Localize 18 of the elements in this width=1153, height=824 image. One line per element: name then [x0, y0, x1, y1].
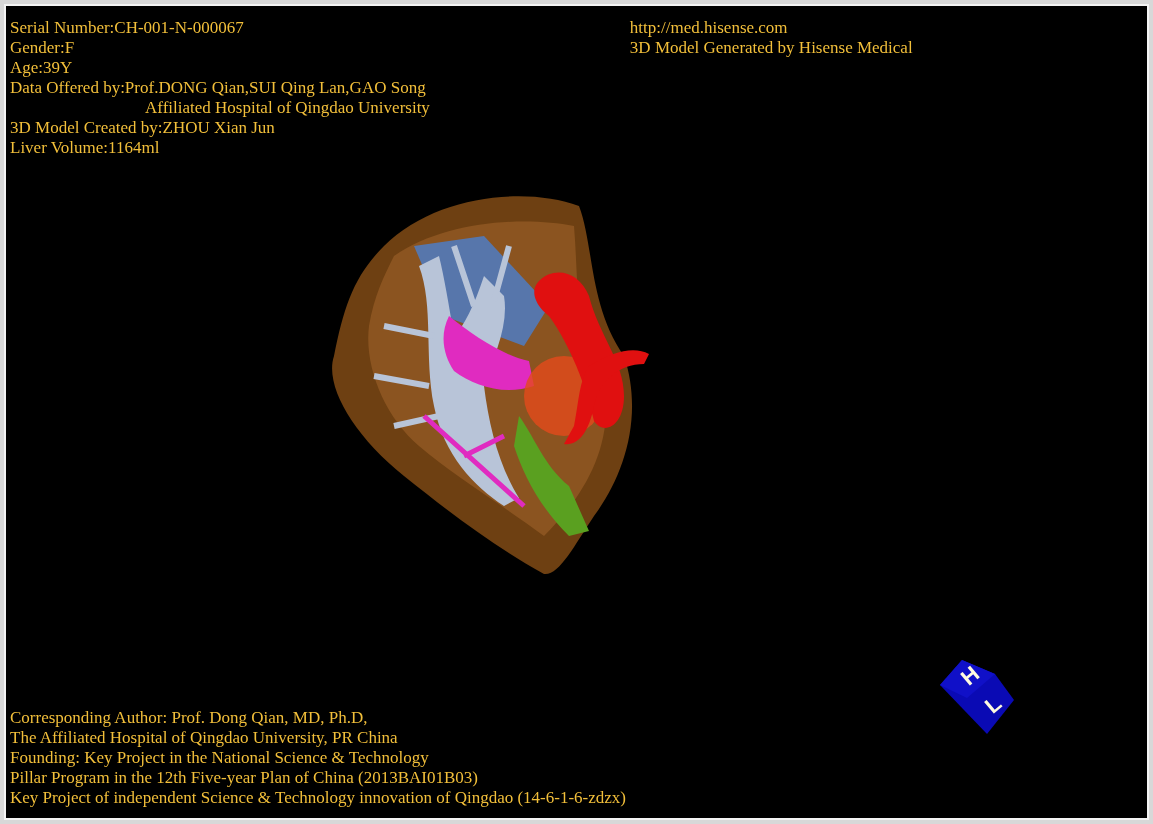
- info-text: Serial Number:CH-001-N-000067: [10, 18, 244, 38]
- orientation-cube[interactable]: H L: [940, 660, 1014, 734]
- info-text: Pillar Program in the 12th Five-year Plan of China (2013BAI01B03): [10, 768, 478, 788]
- info-text: 3D Model Created by:ZHOU Xian Jun: [10, 118, 275, 138]
- info-text: Founding: Key Project in the National Science & Technology: [10, 748, 429, 768]
- info-text: Key Project of independent Science & Technology innovation of Qingdao (14-6-1-6-zdzx): [10, 788, 626, 808]
- cube-label: L: [980, 690, 1007, 719]
- info-text: Corresponding Author: Prof. Dong Qian, MD, Ph.D,: [10, 708, 368, 728]
- 3d-viewport[interactable]: [4, 4, 1149, 820]
- info-text: 3D Model Generated by Hisense Medical: [629, 38, 913, 58]
- info-text: The Affiliated Hospital of Qingdao University, PR China: [10, 728, 398, 748]
- info-text: Liver Volume:1164ml: [10, 138, 160, 158]
- info-text: Age:39Y: [10, 58, 73, 78]
- info-text: http://med.hisense.com: [629, 18, 789, 38]
- info-text: Data Offered by:Prof.DONG Qian,SUI Qing Lan,GAO Song: [10, 78, 426, 98]
- info-text: Affiliated Hospital of Qingdao University: [145, 98, 430, 118]
- info-text: Gender:F: [10, 38, 75, 58]
- cube-label: H: [956, 661, 985, 691]
